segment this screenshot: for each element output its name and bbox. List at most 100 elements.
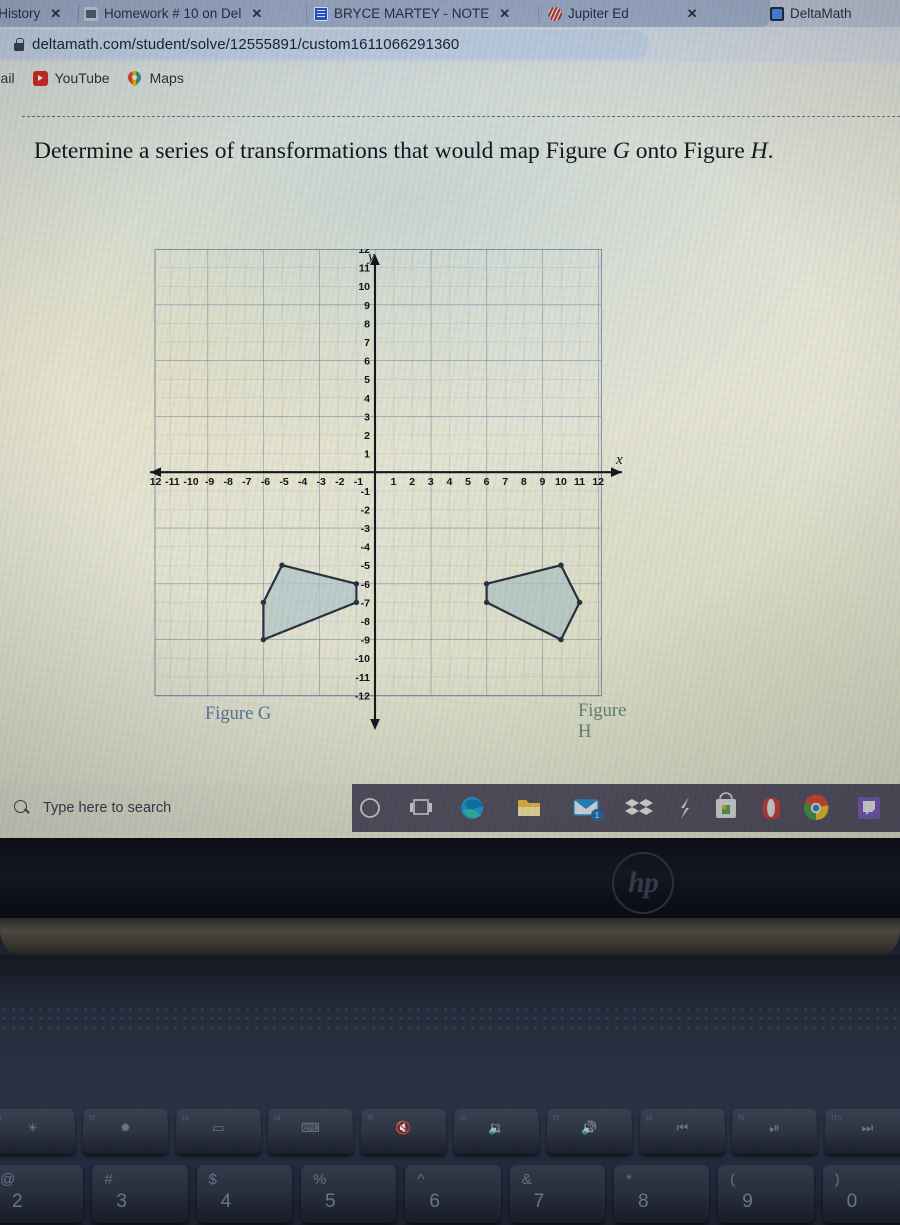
vertex-point-4[interactable] <box>260 599 267 606</box>
y-tick-8: 8 <box>364 318 370 330</box>
mail-icon[interactable]: 1 <box>573 799 603 821</box>
x-tick--8: -8 <box>224 476 233 488</box>
taskbar-search[interactable]: Type here to search <box>0 784 366 832</box>
taskbar-app-icons: 1 <box>352 784 900 832</box>
x-tick--6: -6 <box>261 476 270 488</box>
hp-logo: hp <box>612 852 674 914</box>
x-tick-8: 8 <box>521 476 527 488</box>
key-glyph: ▭ <box>211 1120 225 1135</box>
key-number: 4 <box>220 1191 232 1212</box>
key-6[interactable]: ^ 6 <box>405 1165 501 1223</box>
vertex-point-3[interactable] <box>483 599 490 606</box>
url-input[interactable]: deltamath.com/student/solve/12555891/cus… <box>0 30 649 59</box>
task-view-icon[interactable] <box>410 799 432 815</box>
lock-icon <box>14 38 24 51</box>
key-f5[interactable]: f5 🔇 <box>360 1108 447 1154</box>
bookmark-maps[interactable]: Maps <box>128 70 184 86</box>
vertex-point-2[interactable] <box>558 636 564 643</box>
dropbox-icon[interactable] <box>625 799 653 815</box>
x-tick--5: -5 <box>279 476 288 488</box>
chrome-icon[interactable] <box>804 794 829 821</box>
key-f9[interactable]: f9 ⏯ <box>731 1108 818 1154</box>
bookmark-gmail[interactable]: Gmail <box>0 70 15 86</box>
tab-close-icon[interactable]: ✕ <box>251 6 262 22</box>
tab-close-icon[interactable]: ✕ <box>687 6 698 22</box>
vertex-point-1[interactable] <box>576 599 583 606</box>
key-number: 0 <box>846 1191 858 1212</box>
key-symbol: & <box>521 1171 532 1188</box>
key-number: 6 <box>429 1191 440 1212</box>
key-8[interactable]: * 8 <box>613 1165 710 1223</box>
deltamath-icon <box>770 6 784 21</box>
key-0[interactable]: ) 0 <box>822 1165 900 1223</box>
y-tick-3: 3 <box>364 411 370 423</box>
opera-icon[interactable] <box>763 798 780 819</box>
y-tick-10: 10 <box>358 281 370 293</box>
key-symbol: ( <box>730 1171 736 1188</box>
google-docs-icon <box>314 6 328 21</box>
tab-close-icon[interactable]: ✕ <box>50 6 61 22</box>
tab-title: BRYCE MARTEY - NOTE <box>334 6 490 21</box>
key-glyph: ⏯ <box>769 1120 780 1135</box>
y-tick--11: -11 <box>355 672 370 684</box>
browser-tab-history[interactable]: al History ✕ <box>0 0 74 27</box>
y-tick--7: -7 <box>361 597 370 609</box>
key-f1[interactable]: f1 ☀ <box>0 1108 76 1154</box>
browser-tab-jupiter-ed[interactable]: Jupiter Ed ✕ <box>548 0 743 27</box>
figure-h-label: Figure H <box>578 701 627 742</box>
tab-title: DeltaMath <box>790 6 852 21</box>
key-3[interactable]: #3 <box>92 1165 188 1223</box>
key-2[interactable]: @2 <box>0 1165 84 1223</box>
key-f4[interactable]: f4 ⌨ <box>267 1108 354 1154</box>
note-icon <box>84 6 98 21</box>
x-tick-1: 1 <box>391 476 397 488</box>
x-tick-2: 2 <box>409 476 415 488</box>
key-glyph: ⌨ <box>301 1120 321 1135</box>
search-icon <box>14 799 31 817</box>
key-number: 2 <box>12 1191 23 1212</box>
vertex-point-3[interactable] <box>260 636 267 643</box>
key-5[interactable]: % 5 <box>300 1165 397 1223</box>
key-4[interactable]: $4 <box>196 1165 292 1223</box>
browser-tab-homework[interactable]: Homework # 10 on Del ✕ <box>84 0 299 27</box>
vertex-point-4[interactable] <box>483 581 490 587</box>
vertex-point-2[interactable] <box>353 599 360 606</box>
tab-title: Homework # 10 on Del <box>104 6 242 21</box>
vertex-point-0[interactable] <box>558 562 564 568</box>
key-glyph: ☀ <box>26 1120 39 1135</box>
vertex-point-1[interactable] <box>353 581 360 587</box>
bookmark-youtube[interactable]: YouTube <box>32 70 110 86</box>
key-f10[interactable]: f10 ⏭ <box>824 1108 900 1154</box>
twitch-icon[interactable] <box>858 797 880 819</box>
key-7[interactable]: & 7 <box>509 1165 605 1223</box>
key-f3[interactable]: f3 ▭ <box>174 1108 262 1154</box>
microsoft-edge-icon[interactable] <box>461 797 483 819</box>
key-symbol: * <box>625 1171 632 1188</box>
browser-tab-deltamath[interactable]: DeltaMath <box>770 0 900 27</box>
x-tick--7: -7 <box>242 476 251 488</box>
key-number: 8 <box>637 1191 649 1212</box>
x-tick-3: 3 <box>428 476 434 488</box>
tab-close-icon[interactable]: ✕ <box>499 6 510 22</box>
key-glyph: ⏭ <box>861 1120 874 1135</box>
key-f2[interactable]: f2 ✹ <box>82 1108 169 1154</box>
x-tick-10: 10 <box>555 476 567 488</box>
key-number: 3 <box>116 1191 127 1212</box>
browser-tab-bryce-martey[interactable]: BRYCE MARTEY - NOTE ✕ <box>314 0 524 27</box>
cortana-icon[interactable] <box>360 798 380 818</box>
laptop-hinge <box>0 918 900 960</box>
x-tick-9: 9 <box>539 476 545 488</box>
key-symbol: % <box>312 1171 327 1188</box>
x-tick--10: -10 <box>183 476 198 488</box>
lightning-icon[interactable] <box>681 797 689 819</box>
key-f7[interactable]: f7 🔊 <box>546 1108 633 1154</box>
store-icon[interactable] <box>716 792 736 818</box>
file-explorer-icon[interactable] <box>518 800 540 816</box>
key-f6[interactable]: f6 🔉 <box>453 1108 540 1154</box>
x-tick--1: -1 <box>354 476 363 488</box>
vertex-point-0[interactable] <box>279 562 285 568</box>
y-tick--6: -6 <box>361 579 370 591</box>
google-maps-icon <box>128 71 143 86</box>
key-9[interactable]: (9 <box>718 1165 814 1223</box>
key-f8[interactable]: f8 ⏮ <box>638 1108 726 1154</box>
